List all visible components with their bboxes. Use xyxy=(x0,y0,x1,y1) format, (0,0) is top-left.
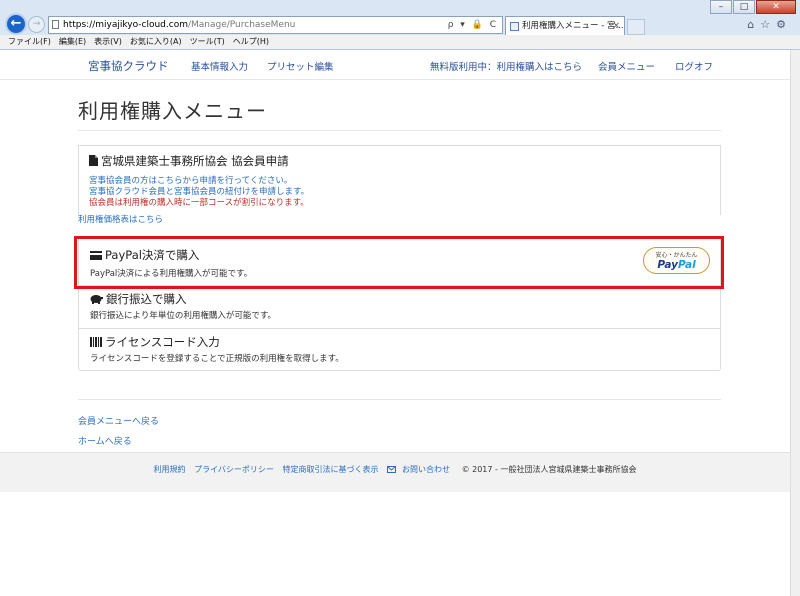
license-code-title-text: ライセンスコード入力 xyxy=(105,335,220,349)
browser-chrome: – □ ✕ ← → https://miyajikyo-cloud.com/Ma… xyxy=(0,0,800,50)
price-table-link[interactable]: 利用権価格表はこちら xyxy=(78,213,163,225)
address-bar[interactable]: https://miyajikyo-cloud.com/Manage/Purch… xyxy=(48,16,503,34)
paypal-highlight-frame xyxy=(74,236,724,289)
footer-copyright: © 2017 - 一般社団法人宮城県建築士事務所協会 xyxy=(461,465,637,474)
bank-transfer-title: 銀行振込で購入 xyxy=(90,291,187,307)
new-tab-button[interactable] xyxy=(627,19,645,35)
paypal-badge-caption: 安心・かんたん xyxy=(655,252,698,259)
vertical-scrollbar[interactable] xyxy=(790,50,800,596)
brand-link[interactable]: 宮事協クラウド xyxy=(88,58,169,74)
site-navbar: 宮事協クラウド 基本情報入力 プリセット編集 無料版利用中：利用権購入はこちら … xyxy=(0,50,790,80)
menu-file[interactable]: ファイル(F) xyxy=(8,35,51,49)
menu-favorites[interactable]: お気に入り(A) xyxy=(130,35,182,49)
footer-contact-link[interactable]: お問い合わせ xyxy=(387,465,453,474)
address-bar-icons[interactable]: ρ ▾ 🔒 C xyxy=(448,17,498,33)
bank-transfer-item[interactable]: 銀行振込で購入 銀行振込により年単位の利用権購入が可能です。 xyxy=(79,286,720,329)
page-title: 利用権購入メニュー xyxy=(78,99,267,123)
association-application-panel[interactable]: 宮城県建築士事務所協会 協会員申請 宮事協会員の方はこちらから申請を行ってくださ… xyxy=(78,145,721,215)
menu-bar: ファイル(F) 編集(E) 表示(V) お気に入り(A) ツール(T) ヘルプ(… xyxy=(0,35,800,49)
favorites-star-icon[interactable]: ☆ xyxy=(760,18,776,31)
back-arrow-icon[interactable]: ← xyxy=(5,13,27,35)
toolbar-icons: ⌂☆⚙ xyxy=(747,18,792,31)
association-line-3: 協会員は利用権の購入時に一部コースが割引になります。 xyxy=(89,198,309,208)
page-icon xyxy=(52,20,59,29)
footer-terms-link[interactable]: 利用規約 xyxy=(154,465,186,474)
nav-logout[interactable]: ログオフ xyxy=(675,59,713,73)
footer-privacy-link[interactable]: プライバシーポリシー xyxy=(194,465,274,474)
tab-favicon-icon xyxy=(510,22,519,31)
footer-links: 利用規約 プライバシーポリシー 特定商取引法に基づく表示 お問い合わせ © 20… xyxy=(0,464,790,475)
home-icon[interactable]: ⌂ xyxy=(747,18,760,31)
footer-commerce-link[interactable]: 特定商取引法に基づく表示 xyxy=(282,465,378,474)
navigation-row: ← → https://miyajikyo-cloud.com/Manage/P… xyxy=(0,12,800,36)
nav-member-menu[interactable]: 会員メニュー xyxy=(598,59,655,73)
bank-transfer-description: 銀行振込により年単位の利用権購入が可能です。 xyxy=(90,311,276,321)
url-path: /Manage/PurchaseMenu xyxy=(187,20,296,30)
back-to-home-link[interactable]: ホームへ戻る xyxy=(78,434,132,447)
forward-arrow-icon[interactable]: → xyxy=(28,16,45,33)
document-icon xyxy=(89,155,98,166)
divider xyxy=(78,399,721,400)
nav-trial-purchase-link[interactable]: 無料版利用中：利用権購入はこちら xyxy=(430,59,582,73)
tab-title: 利用権購入メニュー - 宮... xyxy=(522,21,624,31)
bank-transfer-title-text: 銀行振込で購入 xyxy=(106,292,187,306)
association-title: 宮城県建築士事務所協会 協会員申請 xyxy=(89,153,289,169)
back-to-member-menu-link[interactable]: 会員メニューへ戻る xyxy=(78,414,159,427)
divider xyxy=(78,130,721,131)
menu-tools[interactable]: ツール(T) xyxy=(190,35,225,49)
barcode-icon xyxy=(90,337,102,347)
browser-tab[interactable]: 利用権購入メニュー - 宮... × xyxy=(505,16,625,36)
gear-icon[interactable]: ⚙ xyxy=(776,18,792,31)
association-title-text: 宮城県建築士事務所協会 協会員申請 xyxy=(101,154,289,168)
web-page: 宮事協クラウド 基本情報入力 プリセット編集 無料版利用中：利用権購入はこちら … xyxy=(0,50,790,596)
paypal-logo: PayPal xyxy=(657,259,696,271)
menu-edit[interactable]: 編集(E) xyxy=(59,35,86,49)
tab-close-icon[interactable]: × xyxy=(612,17,620,35)
license-code-item[interactable]: ライセンスコード入力 ライセンスコードを登録することで正規版の利用権を取得します… xyxy=(79,329,720,370)
envelope-icon xyxy=(387,466,397,473)
license-code-title: ライセンスコード入力 xyxy=(90,334,220,350)
site-footer: 利用規約 プライバシーポリシー 特定商取引法に基づく表示 お問い合わせ © 20… xyxy=(0,452,790,492)
piggy-bank-icon xyxy=(90,295,103,304)
menu-help[interactable]: ヘルプ(H) xyxy=(233,35,269,49)
paypal-badge[interactable]: 安心・かんたん PayPal xyxy=(643,247,710,274)
nav-basic-info[interactable]: 基本情報入力 xyxy=(191,59,248,73)
nav-preset-edit[interactable]: プリセット編集 xyxy=(267,59,334,73)
license-code-description: ライセンスコードを登録することで正規版の利用権を取得します。 xyxy=(90,354,344,364)
menu-view[interactable]: 表示(V) xyxy=(94,35,122,49)
url-host: https://miyajikyo-cloud.com xyxy=(63,20,188,30)
